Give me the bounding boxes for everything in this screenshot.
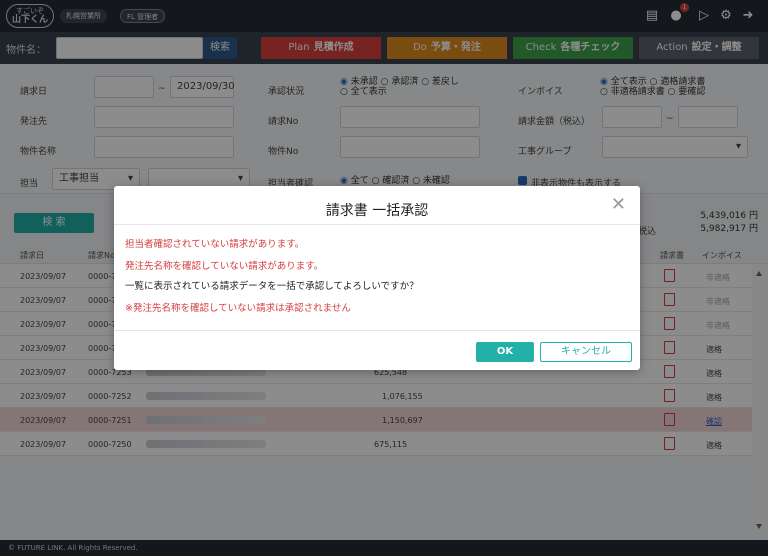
warning-unconfirmed-manager: 担当者確認されていない請求があります。 — [125, 239, 305, 250]
warning-unconfirmed-supplier: 発注先名称を確認していない請求があります。 — [125, 261, 324, 272]
approval-note: ※発注先名称を確認していない請求は承認されません — [125, 303, 351, 314]
cancel-button[interactable]: キャンセル — [540, 342, 632, 362]
ok-button[interactable]: OK — [476, 342, 534, 362]
dialog-footer-divider — [114, 330, 640, 331]
confirm-question: 一覧に表示されている請求データを一括で承認してよろしいですか？ — [125, 281, 419, 292]
dialog-title: 請求書 一括承認 — [325, 203, 429, 219]
close-icon[interactable]: ✕ — [611, 194, 626, 215]
bulk-approve-dialog: 請求書 一括承認 ✕ 担当者確認されていない請求があります。 発注先名称を確認し… — [114, 186, 640, 370]
dialog-divider — [114, 224, 640, 225]
